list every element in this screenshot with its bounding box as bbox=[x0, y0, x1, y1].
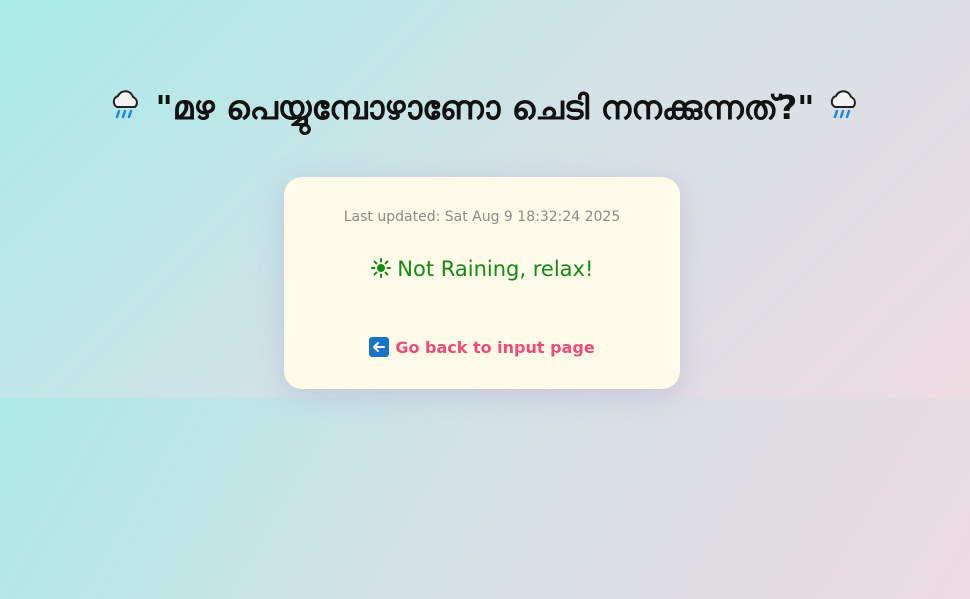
page-title: "മഴ പെയ്യുമ്പോഴാണോ ചെടി നനക്കുന്നത്?" bbox=[0, 88, 970, 128]
last-updated-text: Last updated: Sat Aug 9 18:32:24 2025 bbox=[343, 209, 621, 225]
rain-status: Not Raining, relax! bbox=[284, 257, 680, 281]
cloud-with-rain-icon bbox=[108, 89, 144, 123]
sun-icon bbox=[370, 258, 391, 278]
back-link-label: Go back to input page bbox=[395, 338, 595, 357]
rain-status-text: Not Raining, relax! bbox=[397, 257, 594, 281]
cloud-with-rain-icon bbox=[826, 89, 862, 123]
status-card: Last updated: Sat Aug 9 18:32:24 2025 No… bbox=[284, 177, 680, 389]
left-arrow-icon bbox=[369, 337, 390, 357]
back-to-input-link[interactable]: Go back to input page bbox=[284, 337, 680, 357]
page-background-lower bbox=[0, 398, 970, 599]
page-title-text: "മഴ പെയ്യുമ്പോഴാണോ ചെടി നനക്കുന്നത്?" bbox=[155, 88, 815, 127]
